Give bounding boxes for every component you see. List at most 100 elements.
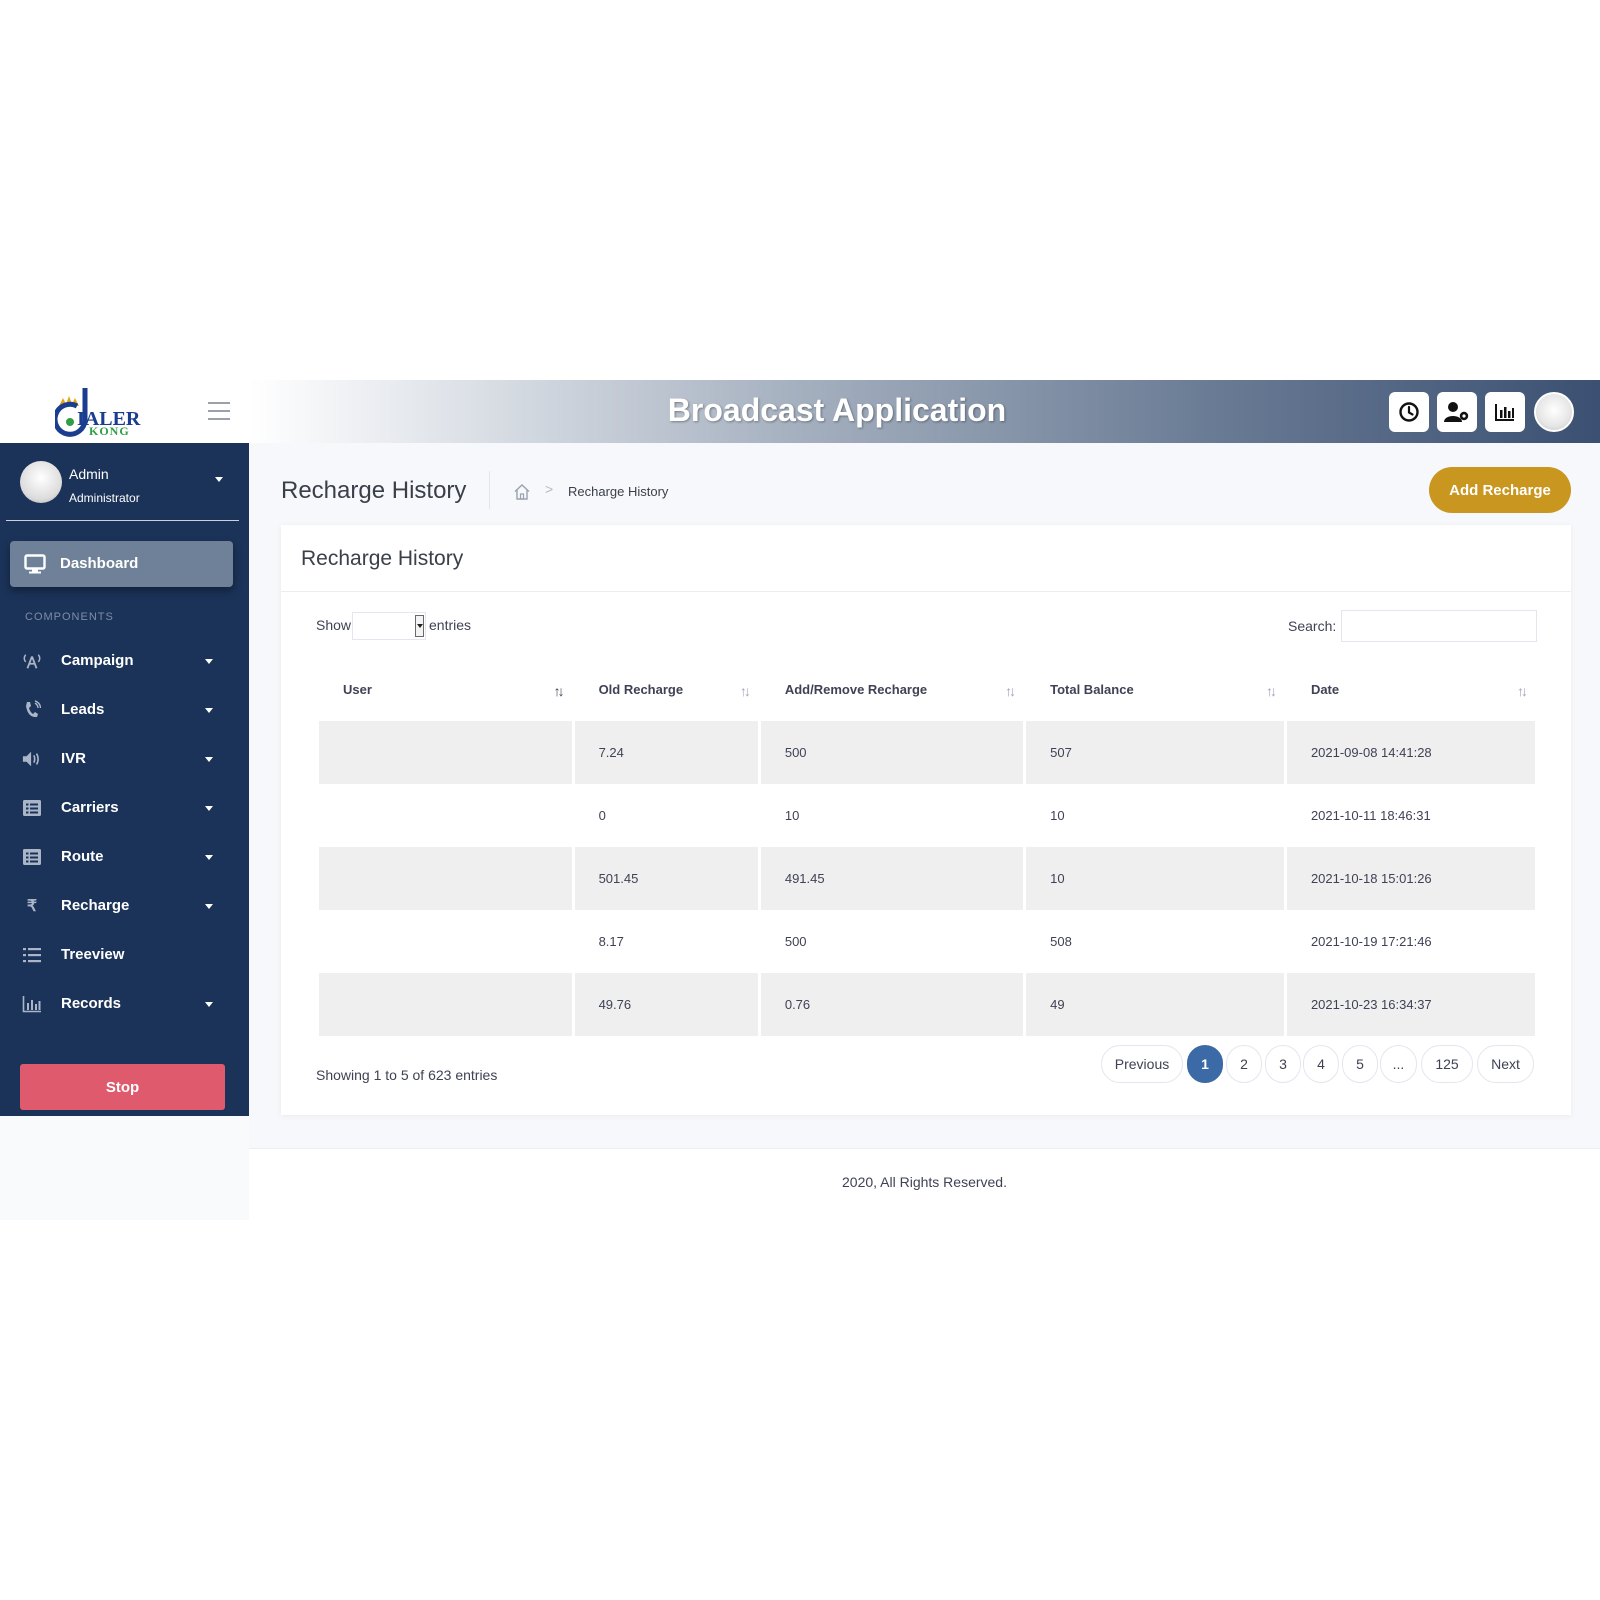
cell-add-remove-recharge: 500 [760, 721, 1024, 784]
cell-total-balance: 10 [1026, 847, 1284, 910]
sidebar-item-label: Records [61, 995, 122, 1012]
profile-avatar[interactable] [1534, 392, 1574, 432]
cell-user [319, 847, 572, 910]
pagination-page-last[interactable]: 125 [1421, 1045, 1473, 1083]
cell-user [319, 784, 572, 847]
pagination-next[interactable]: Next [1477, 1045, 1534, 1083]
clock-button[interactable] [1389, 392, 1429, 432]
sidebar-item-leads[interactable]: Leads [0, 687, 249, 733]
column-header-old-recharge[interactable]: Old Recharge ↑↓ [575, 657, 758, 721]
cell-add-remove-recharge: 500 [784, 934, 807, 949]
dialer-kong-logo[interactable]: IALER KONG [55, 386, 150, 438]
clock-icon [1399, 402, 1419, 422]
sidebar-item-label: IVR [61, 750, 87, 767]
sidebar-item-campaign[interactable]: Campaign [0, 638, 249, 684]
reports-button[interactable] [1485, 392, 1525, 432]
sidebar-item-recharge[interactable]: ₹ Recharge [0, 883, 249, 929]
pagination-page-3[interactable]: 3 [1265, 1045, 1301, 1083]
stop-button[interactable]: Stop [20, 1064, 225, 1110]
pagination-previous[interactable]: Previous [1101, 1045, 1183, 1083]
column-header-date[interactable]: Date ↑↓ [1287, 657, 1535, 721]
sort-icon: ↑↓ [1005, 683, 1016, 699]
sidebar-item-carriers[interactable]: Carriers [0, 785, 249, 831]
column-header-label: Total Balance [1050, 681, 1134, 697]
speaker-icon [22, 749, 42, 769]
avatar [20, 461, 62, 503]
menu-toggle-icon[interactable] [208, 402, 230, 420]
section-label: COMPONENTS [25, 611, 114, 623]
pagination-page-5[interactable]: 5 [1342, 1045, 1378, 1083]
chevron-down-icon [205, 708, 213, 713]
cell-total-balance: 507 [1026, 721, 1284, 784]
column-header-add-remove-recharge[interactable]: Add/Remove Recharge ↑↓ [761, 657, 1023, 721]
sidebar-item-dashboard[interactable]: Dashboard [10, 541, 233, 587]
table-row[interactable]: 7.24 500 507 2021-09-08 14:41:28 [319, 721, 1535, 784]
top-header: Broadcast Application [249, 380, 1600, 443]
cell-total-balance: 10 [1050, 808, 1065, 823]
page-title: Recharge History [281, 477, 467, 504]
cell-date: 2021-09-08 14:41:28 [1286, 721, 1535, 784]
cell-user [319, 910, 572, 973]
pagination-page-1[interactable]: 1 [1187, 1045, 1223, 1083]
entries-per-page-select[interactable] [352, 612, 426, 640]
cell-old-recharge: 8.17 [598, 934, 624, 949]
sidebar-item-label: Leads [61, 701, 105, 718]
title-divider [489, 471, 490, 509]
column-header-total-balance[interactable]: Total Balance ↑↓ [1026, 657, 1284, 721]
pagination-page-4[interactable]: 4 [1303, 1045, 1339, 1083]
cell-date: 2021-10-19 17:21:46 [1310, 934, 1432, 949]
search-input[interactable] [1341, 610, 1537, 642]
add-recharge-button[interactable]: Add Recharge [1429, 467, 1571, 513]
column-header-label: Add/Remove Recharge [784, 681, 928, 697]
sort-icon: ↑↓ [1517, 683, 1528, 699]
home-icon[interactable] [513, 483, 531, 501]
breadcrumb-current: Recharge History [568, 484, 669, 499]
column-header-label: Date [1310, 681, 1340, 697]
list-box-icon [22, 798, 42, 818]
user-settings-button[interactable] [1437, 392, 1477, 432]
sidebar-item-label: Recharge [61, 897, 130, 914]
sidebar-item-ivr[interactable]: IVR [0, 736, 249, 782]
bar-chart-icon [1495, 404, 1514, 421]
pagination-page-2[interactable]: 2 [1226, 1045, 1262, 1083]
table-row[interactable]: 0 10 10 2021-10-11 18:46:31 [319, 784, 1535, 847]
sidebar-item-label: Route [61, 848, 104, 865]
cell-user [319, 721, 572, 784]
list-box-icon [22, 847, 42, 867]
monitor-icon [24, 554, 46, 574]
user-name: Admin [69, 466, 109, 482]
app-title: Broadcast Application [667, 392, 1007, 428]
table-row[interactable]: 49.76 0.76 49 2021-10-23 16:34:37 [319, 973, 1535, 1036]
chevron-down-icon [205, 904, 213, 909]
sidebar-item-label: Campaign [61, 652, 134, 669]
chevron-down-icon [205, 757, 213, 762]
chevron-down-icon [415, 615, 424, 637]
cell-date: 2021-10-18 15:01:26 [1286, 847, 1535, 910]
table-row[interactable]: 501.45 491.45 10 2021-10-18 15:01:26 [319, 847, 1535, 910]
cell-old-recharge: 49.76 [574, 973, 758, 1036]
list-icon [22, 945, 42, 965]
column-header-label: User [343, 681, 372, 697]
chevron-down-icon [205, 855, 213, 860]
sidebar-item-label: Treeview [61, 946, 125, 963]
card-title: Recharge History [301, 547, 464, 570]
user-card[interactable]: Admin Administrator [6, 443, 239, 521]
footer: 2020, All Rights Reserved. [249, 1148, 1600, 1220]
logo-subtext: KONG [89, 424, 130, 438]
recharge-history-card: Recharge History Show entries Search: Us… [281, 525, 1571, 1115]
sidebar-item-route[interactable]: Route [0, 834, 249, 880]
sidebar-item-label: Dashboard [60, 555, 139, 572]
sidebar-item-treeview[interactable]: Treeview [0, 932, 249, 978]
cell-old-recharge: 501.45 [574, 847, 758, 910]
sidebar-item-records[interactable]: Records [0, 981, 249, 1027]
cell-total-balance: 49 [1026, 973, 1284, 1036]
table-info: Showing 1 to 5 of 623 entries [316, 1067, 498, 1083]
chevron-down-icon [205, 1002, 213, 1007]
chevron-down-icon[interactable] [215, 477, 223, 482]
sort-icon: ↑↓ [553, 683, 565, 699]
sort-icon: ↑↓ [1265, 683, 1277, 699]
cell-date: 2021-10-11 18:46:31 [1310, 808, 1431, 823]
main-content: Recharge History > Recharge History Add … [249, 443, 1600, 1220]
table-row[interactable]: 8.17 500 508 2021-10-19 17:21:46 [319, 910, 1535, 973]
column-header-user[interactable]: User ↑↓ [319, 657, 572, 721]
